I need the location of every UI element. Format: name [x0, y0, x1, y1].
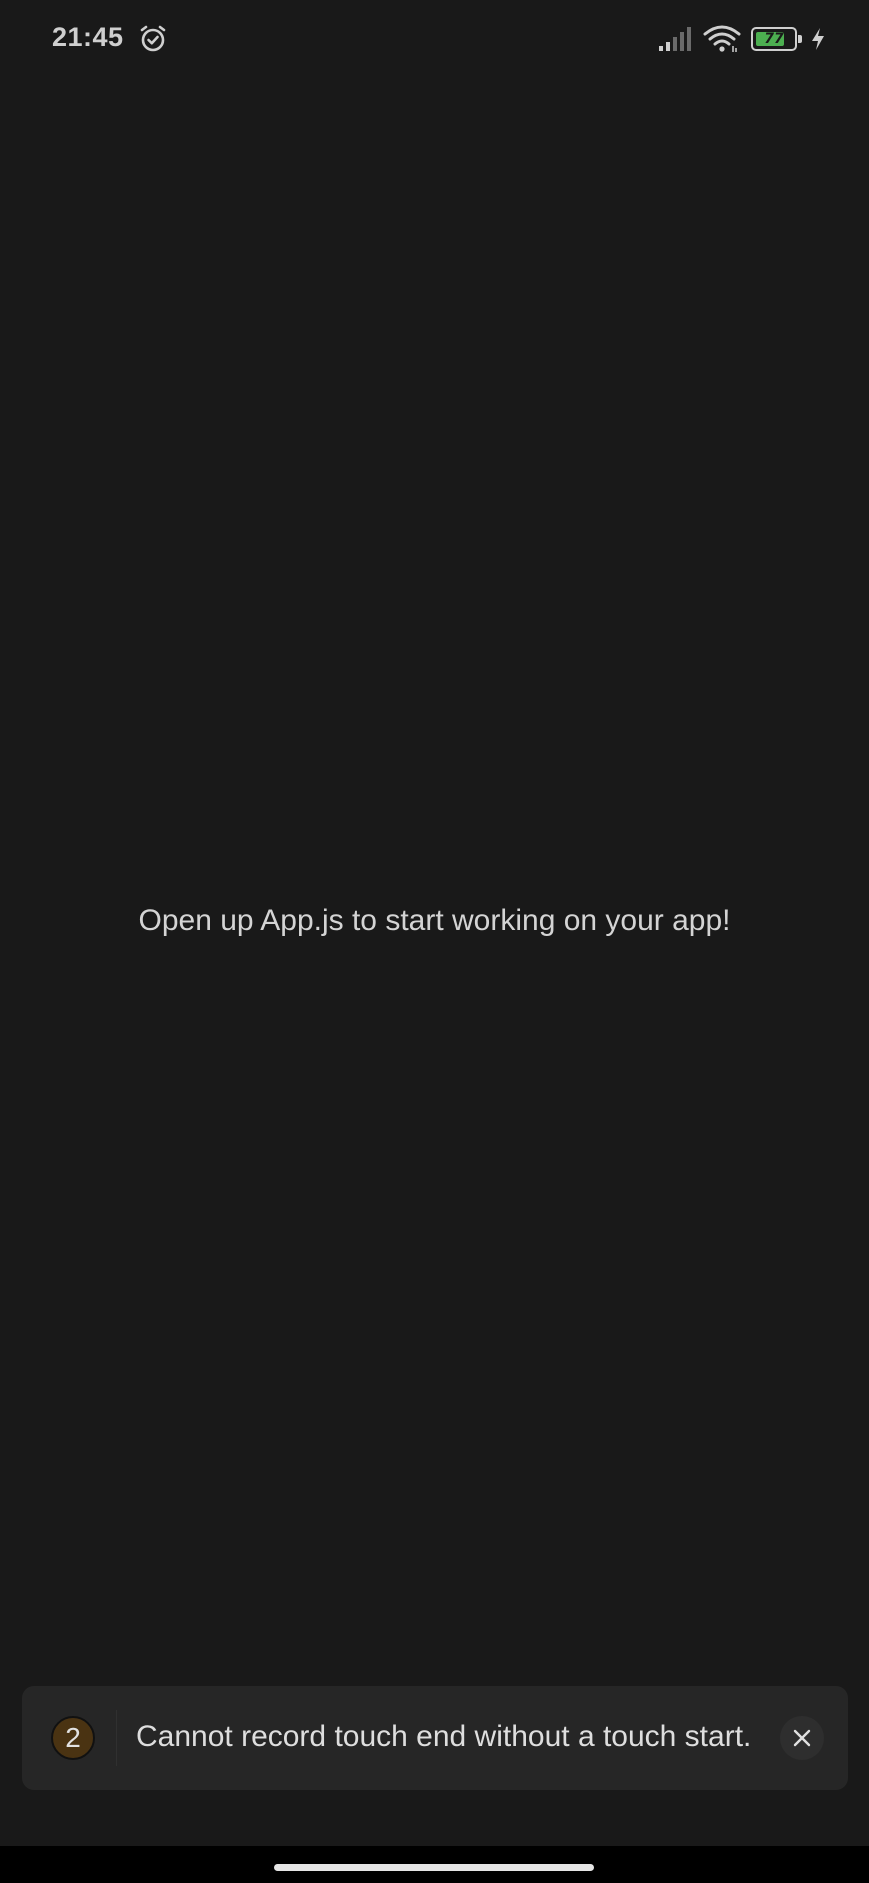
- status-bar: 21:45 77: [0, 0, 869, 80]
- signal-icon: [659, 27, 691, 51]
- battery-tip: [798, 35, 802, 43]
- error-count-badge: 2: [51, 1716, 95, 1760]
- error-message[interactable]: Cannot record touch end without a touch …: [136, 1720, 786, 1754]
- charging-icon: [812, 28, 824, 50]
- battery-level: 77: [764, 31, 784, 47]
- dismiss-button[interactable]: [780, 1716, 824, 1760]
- home-indicator[interactable]: [274, 1864, 594, 1871]
- alarm-icon: [140, 25, 166, 52]
- app-screen: 21:45 77 Open up App.js to start working…: [0, 0, 869, 1883]
- error-toast[interactable]: 2 Cannot record touch end without a touc…: [22, 1686, 848, 1790]
- navigation-bar: [0, 1846, 869, 1883]
- battery-icon: 77: [751, 27, 803, 51]
- close-icon: [793, 1729, 811, 1747]
- toast-divider: [116, 1710, 117, 1766]
- status-time: 21:45: [52, 22, 124, 52]
- welcome-message: Open up App.js to start working on your …: [138, 904, 731, 937]
- wifi-icon: [703, 25, 741, 52]
